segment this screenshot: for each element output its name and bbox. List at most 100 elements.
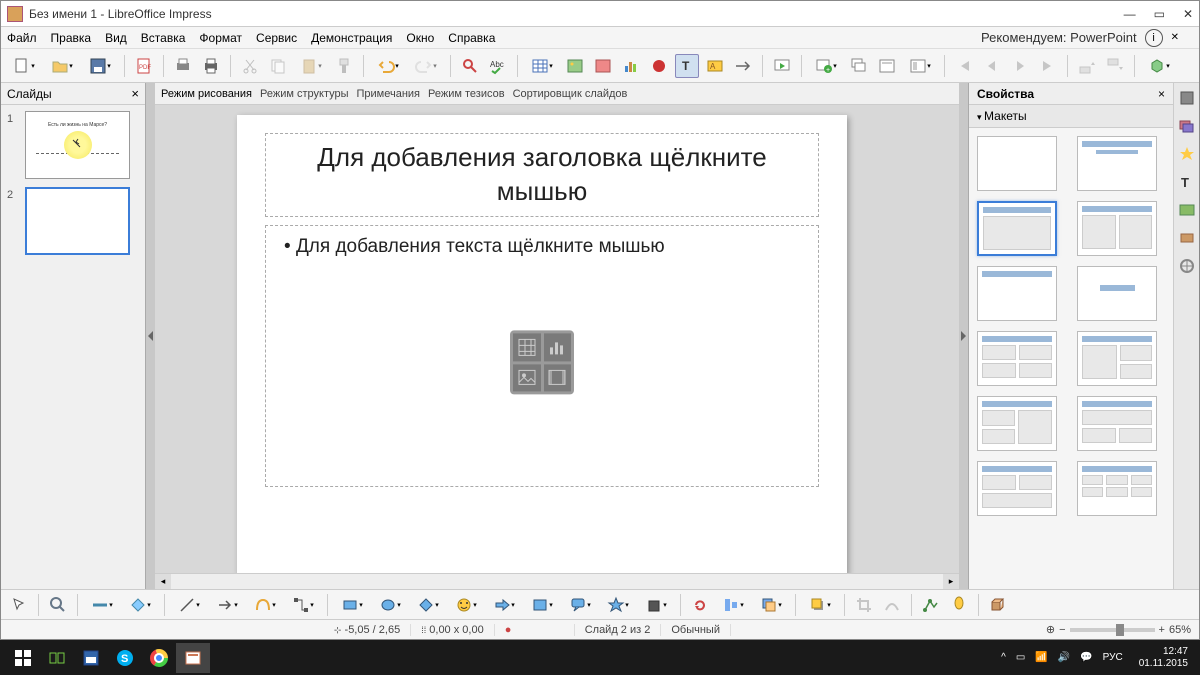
impress-taskbar-icon[interactable] (176, 643, 210, 673)
tab-sorter[interactable]: Сортировщик слайдов (513, 88, 628, 100)
spellcheck-button[interactable]: Abc (486, 54, 510, 78)
layout-centered[interactable] (1077, 266, 1157, 321)
tray-up-icon[interactable]: ^ (1001, 652, 1006, 663)
start-button[interactable] (6, 643, 40, 673)
next-slide-button[interactable] (1008, 54, 1032, 78)
find-button[interactable] (458, 54, 482, 78)
menu-edit[interactable]: Правка (51, 31, 92, 45)
export-pdf-button[interactable]: PDF (132, 54, 156, 78)
layout-4[interactable] (1077, 461, 1157, 516)
menu-help[interactable]: Справка (448, 31, 495, 45)
body-placeholder[interactable]: • Для добавления текста щёлкните мышью (265, 225, 819, 487)
move-up-button[interactable] (1075, 54, 1099, 78)
save-button[interactable]: ▾ (83, 54, 117, 78)
canvas[interactable]: Для добавления заголовка щёлкните мышью … (155, 105, 959, 573)
image-button[interactable] (563, 54, 587, 78)
symbol-shapes-tool[interactable]: ▾ (449, 593, 483, 617)
chrome-icon[interactable] (142, 643, 176, 673)
tray-notification-icon[interactable]: 💬 (1080, 652, 1092, 663)
layout-2-1[interactable] (977, 396, 1057, 451)
callout-tool[interactable]: ▾ (563, 593, 597, 617)
block-arrows-tool[interactable]: ▾ (487, 593, 521, 617)
cut-button[interactable] (238, 54, 262, 78)
tab-notes[interactable]: Примечания (357, 88, 421, 100)
arrow-tool[interactable]: ▾ (210, 593, 244, 617)
layout-title-content[interactable] (977, 201, 1057, 256)
layout-2x2[interactable] (977, 331, 1057, 386)
star-tool[interactable]: ▾ (601, 593, 635, 617)
basic-shapes-tool[interactable]: ▾ (411, 593, 445, 617)
curve-tool[interactable]: ▾ (248, 593, 282, 617)
crop-tool[interactable] (852, 593, 876, 617)
skype-icon[interactable]: S (108, 643, 142, 673)
new-button[interactable]: ▾ (7, 54, 41, 78)
undo-button[interactable]: ▾ (371, 54, 405, 78)
textbox-button[interactable]: T (675, 54, 699, 78)
media-button[interactable] (591, 54, 615, 78)
zoom-fit-icon[interactable]: ⊕ (1046, 623, 1055, 636)
points-tool[interactable] (919, 593, 943, 617)
tab-drawing[interactable]: Режим рисования (161, 88, 252, 100)
copy-button[interactable] (266, 54, 290, 78)
line-tool[interactable]: ▾ (172, 593, 206, 617)
scroll-left[interactable]: ◂ (155, 574, 171, 590)
duplicate-slide-button[interactable] (847, 54, 871, 78)
minimize-button[interactable]: — (1124, 7, 1136, 21)
line-color-button[interactable]: ▾ (85, 593, 119, 617)
zoom-value[interactable]: 65% (1169, 624, 1191, 636)
slide[interactable]: Для добавления заголовка щёлкните мышью … (237, 115, 847, 573)
slideshow-button[interactable] (770, 54, 794, 78)
align-tool[interactable]: ▾ (716, 593, 750, 617)
insert-video-icon[interactable] (544, 364, 572, 392)
select-tool[interactable] (7, 593, 31, 617)
filter-tool[interactable] (880, 593, 904, 617)
tray-volume-icon[interactable]: 🔊 (1058, 652, 1070, 663)
print-direct-button[interactable] (171, 54, 195, 78)
first-slide-button[interactable] (952, 54, 976, 78)
scroll-right[interactable]: ▸ (943, 574, 959, 590)
navigator-icon[interactable] (1178, 229, 1196, 247)
menu-window[interactable]: Окно (406, 31, 434, 45)
master-pages-icon[interactable] (1178, 117, 1196, 135)
menu-format[interactable]: Формат (199, 31, 242, 45)
tray-lang[interactable]: РУС (1103, 652, 1123, 663)
flowchart-tool[interactable]: ▾ (525, 593, 559, 617)
paste-button[interactable]: ▾ (294, 54, 328, 78)
properties-close-icon[interactable]: × (1158, 87, 1165, 101)
properties-icon[interactable] (1178, 89, 1196, 107)
slides-panel-close-icon[interactable]: × (131, 86, 139, 101)
zoom-controls[interactable]: ⊕ − + 65% (1046, 623, 1191, 636)
insert-table-icon[interactable] (513, 333, 541, 361)
layout-title-only[interactable] (977, 266, 1057, 321)
insert-chart-icon[interactable] (544, 333, 572, 361)
menu-file[interactable]: Файл (7, 31, 37, 45)
task-view-icon[interactable] (40, 643, 74, 673)
collapse-slides-panel[interactable] (146, 83, 155, 589)
menu-insert[interactable]: Вставка (141, 31, 186, 45)
gluepoints-tool[interactable] (947, 593, 971, 617)
menu-view[interactable]: Вид (105, 31, 127, 45)
title-placeholder[interactable]: Для добавления заголовка щёлкните мышью (265, 133, 819, 217)
animation-button[interactable] (731, 54, 755, 78)
connector-tool[interactable]: ▾ (286, 593, 320, 617)
new-slide-button[interactable]: +▾ (809, 54, 843, 78)
close-button[interactable]: ✕ (1183, 7, 1193, 21)
rectangle-tool[interactable]: ▾ (335, 593, 369, 617)
layout-top-2bottom[interactable] (1077, 396, 1157, 451)
3d-button[interactable]: ▾ (1142, 54, 1176, 78)
layout-two-content[interactable] (1077, 201, 1157, 256)
gallery-icon[interactable] (1178, 201, 1196, 219)
layout-title[interactable] (1077, 136, 1157, 191)
info-icon[interactable]: i (1145, 29, 1163, 47)
collapse-props-panel[interactable] (959, 83, 968, 589)
redo-button[interactable]: ▾ (409, 54, 443, 78)
fontwork-button[interactable]: A (703, 54, 727, 78)
close-sidebar-icon[interactable]: ✕ (1171, 32, 1179, 43)
file-manager-icon[interactable] (74, 643, 108, 673)
tray-wifi-icon[interactable]: 📶 (1035, 652, 1047, 663)
slide-thumb-2[interactable] (25, 187, 130, 255)
format-paintbrush-button[interactable] (332, 54, 356, 78)
layout-1-2[interactable] (1077, 331, 1157, 386)
slide-layout-button[interactable] (875, 54, 899, 78)
open-button[interactable]: ▾ (45, 54, 79, 78)
